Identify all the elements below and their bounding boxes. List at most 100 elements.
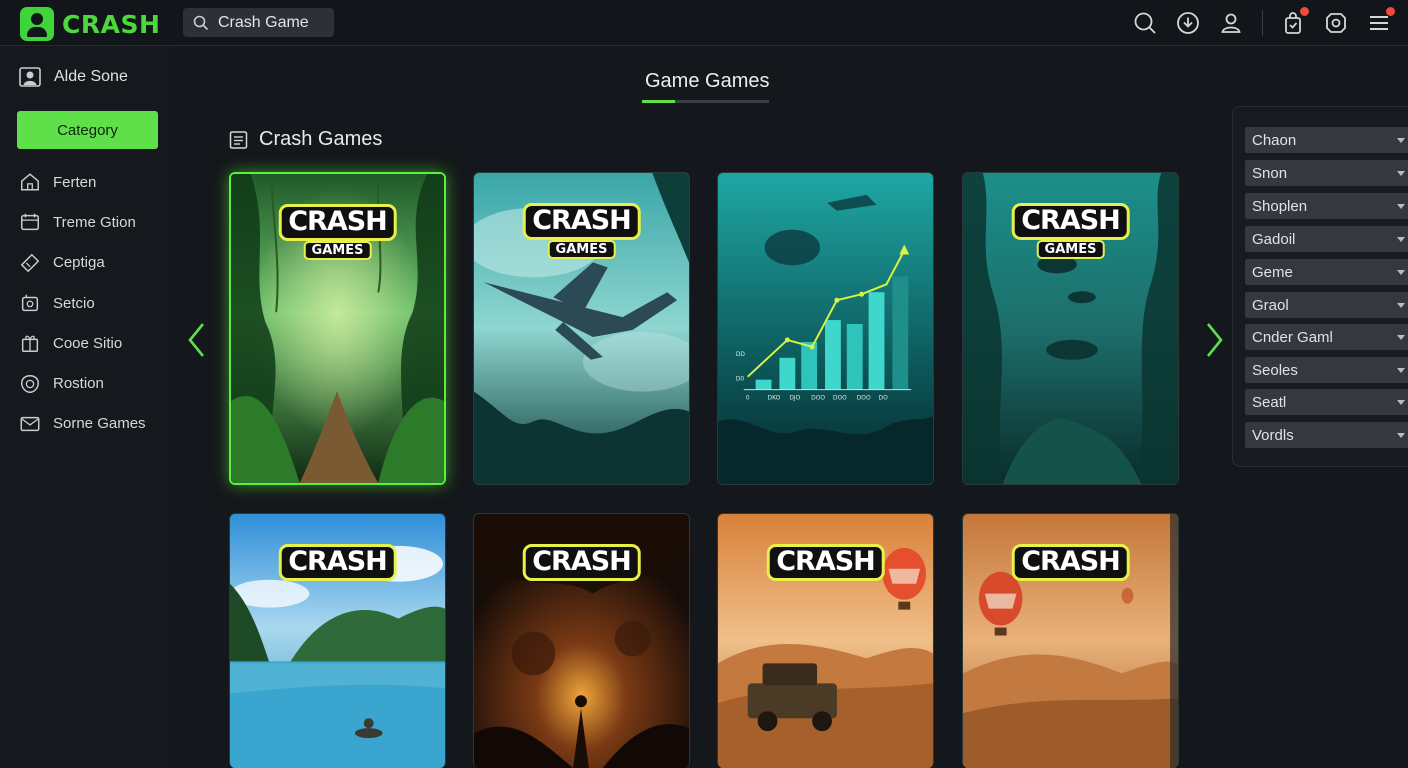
sidebar-item-label: Rostion <box>53 375 104 393</box>
bag-icon[interactable] <box>1280 7 1309 36</box>
badge-subtitle: GAMES <box>547 240 616 260</box>
gear-icon <box>21 294 39 312</box>
sidebar-item-rostion[interactable]: Rostion <box>19 363 146 403</box>
sidebar-item-label: Treme Gtion <box>53 213 136 231</box>
chart-axis-label: DD <box>736 351 746 358</box>
sidebar-item-label: Setcio <box>53 294 95 312</box>
underwater-chart-artwork: DD D0 0 DKO DJO DOO DOO DOO DO <box>718 173 933 484</box>
chart-tick-label: DOO <box>811 395 825 402</box>
crash-badge: CRASH <box>278 544 397 582</box>
chart-tick-label: DKO <box>768 395 781 402</box>
tab-game-games[interactable]: Game Games <box>645 70 769 93</box>
chart-tick-label: DO <box>879 395 889 402</box>
badge-title: CRASH <box>766 544 885 582</box>
shield-icon <box>21 374 39 393</box>
notification-dot <box>1300 7 1309 16</box>
filter-panel: Chaon Snon Shoplen Gadoil Geme Graol Cnd… <box>1232 106 1408 467</box>
chart-tick-label: DJO <box>789 395 800 402</box>
crash-games-badge: CRASH GAMES <box>278 204 397 261</box>
filter-select[interactable]: Seatl <box>1245 389 1408 415</box>
sidebar-item-treme-gtion[interactable]: Treme Gtion <box>19 202 146 242</box>
user-icon[interactable] <box>1218 10 1244 36</box>
filter-select[interactable]: Gadoil <box>1245 226 1408 252</box>
sidebar-item-ferten[interactable]: Ferten <box>19 162 146 202</box>
sidebar-item-cooe-sitio[interactable]: Cooe Sitio <box>19 323 146 363</box>
game-card[interactable]: CRASH GAMES <box>473 172 690 485</box>
badge-subtitle: GAMES <box>1036 240 1105 260</box>
search-input[interactable] <box>218 13 328 32</box>
badge-title: CRASH <box>1011 544 1130 582</box>
crash-badge: CRASH <box>522 544 641 582</box>
game-card[interactable]: CRASH <box>962 513 1179 768</box>
chevron-right-icon <box>1206 323 1223 357</box>
user-icon <box>19 67 41 87</box>
crash-badge: CRASH <box>1011 544 1130 582</box>
game-card[interactable]: CRASH <box>717 513 934 768</box>
chart-tick-label: DOO <box>857 395 871 402</box>
sidebar-menu: Ferten Treme Gtion Ceptiga Setcio Cooe S… <box>19 162 146 444</box>
badge-title: CRASH <box>522 544 641 582</box>
sidebar-user-label: Alde Sone <box>54 68 128 85</box>
filter-select[interactable]: Vordls <box>1245 422 1408 448</box>
notification-dot <box>1386 7 1395 16</box>
game-card[interactable]: DD D0 0 DKO DJO DOO DOO DOO DO <box>717 172 934 485</box>
logo-user-icon <box>20 7 54 41</box>
sidebar-item-label: Sorne Games <box>53 415 146 433</box>
sidebar-item-ceptiga[interactable]: Ceptiga <box>19 243 146 283</box>
carousel-next-button[interactable] <box>1202 320 1226 360</box>
badge-subtitle: GAMES <box>303 241 372 261</box>
filter-select[interactable]: Snon <box>1245 160 1408 186</box>
game-card[interactable]: CRASH GAMES <box>229 172 446 485</box>
section-header: Crash Games <box>229 128 382 151</box>
game-card[interactable]: CRASH <box>473 513 690 768</box>
sidebar-user[interactable]: Alde Sone <box>18 65 128 89</box>
home-icon <box>21 173 39 191</box>
settings-icon[interactable] <box>1323 10 1349 36</box>
sidebar-item-setcio[interactable]: Setcio <box>19 283 146 323</box>
filter-select[interactable]: Chaon <box>1245 127 1408 153</box>
crash-games-badge: CRASH GAMES <box>522 203 641 260</box>
search-icon <box>193 15 209 31</box>
badge-title: CRASH <box>1011 203 1130 241</box>
logo-text: CRASH <box>62 9 161 39</box>
list-icon <box>229 130 248 149</box>
mail-icon <box>20 416 40 432</box>
chart-tick-labels: 0 DKO DJO DOO DOO DOO DO <box>746 395 888 402</box>
sidebar-item-label: Ceptiga <box>53 254 105 272</box>
filter-select[interactable]: Shoplen <box>1245 193 1408 219</box>
filter-select[interactable]: Graol <box>1245 292 1408 318</box>
badge-title: CRASH <box>278 544 397 582</box>
sidebar-item-label: Ferten <box>53 173 97 191</box>
tab-underline <box>642 100 769 103</box>
sidebar-item-label: Cooe Sitio <box>53 334 123 352</box>
download-icon[interactable] <box>1175 10 1201 36</box>
tag-icon <box>20 253 40 273</box>
chart-tick-label: 0 <box>746 395 750 402</box>
game-card[interactable]: CRASH <box>229 513 446 768</box>
sidebar: Alde Sone Category Ferten Treme Gtion Ce… <box>0 47 175 768</box>
chevron-left-icon <box>188 323 205 357</box>
tools-icon <box>21 214 39 231</box>
carousel-prev-button[interactable] <box>185 320 209 360</box>
sidebar-item-sorne-games[interactable]: Sorne Games <box>19 404 146 444</box>
filter-select[interactable]: Cnder Gaml <box>1245 324 1408 350</box>
search-icon[interactable] <box>1132 10 1158 36</box>
filter-select[interactable]: Geme <box>1245 259 1408 285</box>
chart-tick-label: DOO <box>833 395 847 402</box>
game-card[interactable]: CRASH GAMES <box>962 172 1179 485</box>
filter-select[interactable]: Seoles <box>1245 357 1408 383</box>
badge-title: CRASH <box>522 203 641 241</box>
gift-icon <box>21 335 39 353</box>
chart-axis-label: D0 <box>736 376 745 383</box>
top-bar: CRASH <box>0 0 1408 46</box>
crash-badge: CRASH <box>766 544 885 582</box>
category-button[interactable]: Category <box>17 111 158 149</box>
search-bar[interactable] <box>183 8 334 37</box>
section-title: Crash Games <box>259 128 383 150</box>
crash-games-badge: CRASH GAMES <box>1011 203 1130 260</box>
menu-icon[interactable] <box>1366 7 1395 36</box>
logo[interactable]: CRASH <box>20 7 160 41</box>
top-icon-group <box>1115 7 1395 37</box>
toolbar-divider <box>1262 10 1263 36</box>
badge-title: CRASH <box>278 204 397 242</box>
